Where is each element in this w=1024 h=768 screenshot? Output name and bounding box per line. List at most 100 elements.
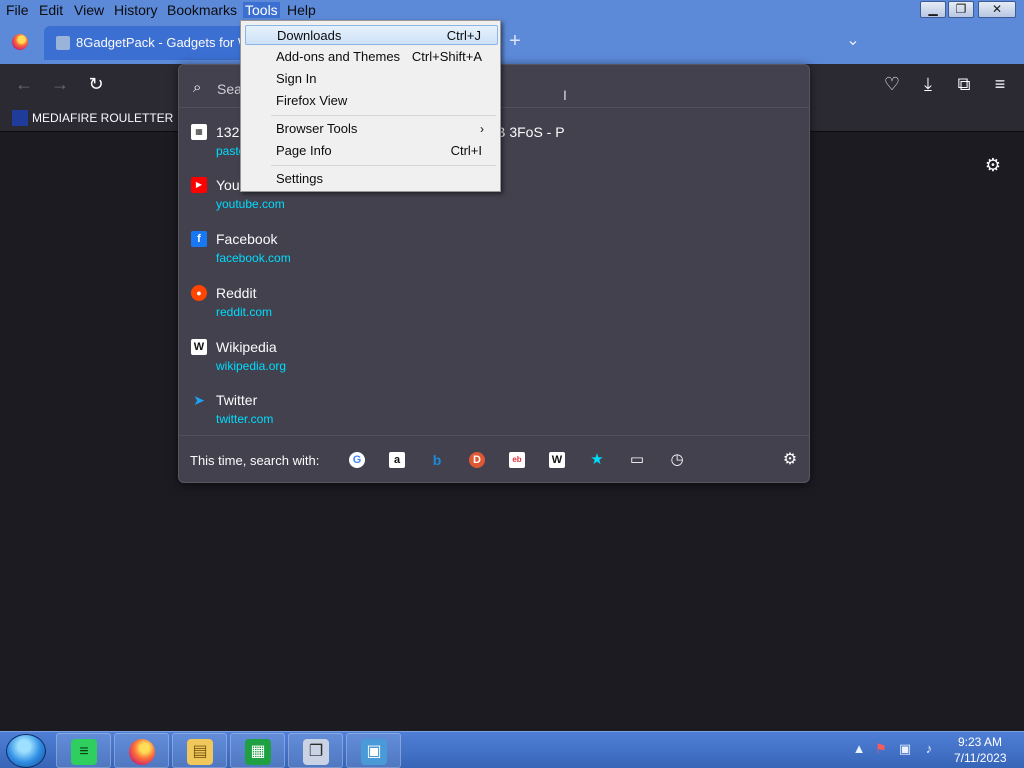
menuitem-settings[interactable]: Settings xyxy=(245,169,498,189)
taskbar-switch-windows[interactable]: ❐ xyxy=(288,733,343,768)
forward-icon[interactable]: → xyxy=(50,74,70,94)
menu-edit[interactable]: Edit xyxy=(37,2,65,18)
menuitem-label: Add-ons and Themes xyxy=(276,49,401,64)
bookmarks-star-icon[interactable]: ★ xyxy=(589,452,605,468)
menuitem-browser-tools[interactable]: Browser Tools › xyxy=(245,119,498,139)
folder-icon: ▤ xyxy=(187,739,213,765)
menuitem-label: Sign In xyxy=(276,71,317,86)
clock-date[interactable]: 7/11/2023 xyxy=(954,751,1007,765)
wikipedia-search-icon[interactable]: W xyxy=(549,452,565,468)
twitter-icon: ➤ xyxy=(193,392,205,408)
reddit-icon: ● xyxy=(191,285,207,301)
taskbar: ≡ ▤ ▦ ❐ ▣ ▲ ⚑ ▣ ♪ 9:23 AM 7/11/2023 xyxy=(0,731,1024,768)
menu-tools[interactable]: Tools xyxy=(243,2,280,18)
taskbar-explorer[interactable]: ▤ xyxy=(172,733,227,768)
menuitem-shortcut: Ctrl+J xyxy=(446,28,481,43)
result-wikipedia[interactable]: W Wikipedia wikipedia.org xyxy=(179,335,809,387)
downloads-icon[interactable]: ⤓ xyxy=(918,74,938,94)
menuitem-label: Page Info xyxy=(276,143,332,158)
wikipedia-icon: W xyxy=(191,339,207,355)
result-title: Facebook xyxy=(216,231,278,247)
menuitem-shortcut: Ctrl+I xyxy=(450,143,482,158)
amazon-icon[interactable]: a xyxy=(389,452,405,468)
tab-title: 8GadgetPack - Gadgets for Windows xyxy=(76,35,246,50)
menuitem-label: Settings xyxy=(276,171,323,186)
text-cursor-icon: I xyxy=(563,87,567,103)
menu-bookmarks[interactable]: Bookmarks xyxy=(165,2,239,18)
menu-bar: File Edit View History Bookmarks Tools H… xyxy=(0,0,1024,20)
menuitem-sign-in[interactable]: Sign In xyxy=(245,69,498,89)
result-url: twitter.com xyxy=(216,412,274,426)
menuitem-page-info[interactable]: Page Info Ctrl+I xyxy=(245,141,498,161)
menuitem-label: Downloads xyxy=(277,28,342,43)
menuitem-shortcut: Ctrl+Shift+A xyxy=(411,49,482,64)
result-url: reddit.com xyxy=(216,305,273,319)
result-facebook[interactable]: f Facebook facebook.com xyxy=(179,227,809,279)
search-settings-gear-icon[interactable]: ⚙ xyxy=(781,451,799,469)
search-with-label: This time, search with: xyxy=(190,453,320,468)
extensions-icon[interactable]: ⧉ xyxy=(954,74,974,94)
maximize-button[interactable]: ❐ xyxy=(948,1,974,18)
tab-8gadgetpack[interactable]: 8GadgetPack - Gadgets for Windows xyxy=(44,26,246,60)
menuitem-firefox-view[interactable]: Firefox View xyxy=(245,91,498,111)
menu-separator xyxy=(271,115,496,116)
mediafire-favicon-icon xyxy=(12,110,28,126)
clock-time[interactable]: 9:23 AM xyxy=(958,735,1002,749)
action-center-flag-icon[interactable]: ⚑ xyxy=(872,740,890,758)
menuitem-addons-themes[interactable]: Add-ons and Themes Ctrl+Shift+A xyxy=(245,47,498,67)
app-menu-icon[interactable]: ≡ xyxy=(990,74,1010,94)
result-reddit[interactable]: ● Reddit reddit.com xyxy=(179,281,809,333)
result-twitter[interactable]: ➤ Twitter twitter.com xyxy=(179,388,809,440)
new-tab-icon[interactable]: + xyxy=(506,31,524,51)
computer-icon: ▣ xyxy=(361,739,387,765)
menu-help[interactable]: Help xyxy=(285,2,318,18)
google-icon[interactable]: G xyxy=(349,452,365,468)
result-url: facebook.com xyxy=(216,251,291,265)
tab-strip: 8GadgetPack - Gadgets for Windows + ⌄ xyxy=(0,20,1024,64)
submenu-arrow-icon: › xyxy=(480,122,484,136)
ebay-icon[interactable]: eb xyxy=(509,452,525,468)
menu-file[interactable]: File xyxy=(4,2,31,18)
menuitem-downloads[interactable]: Downloads Ctrl+J xyxy=(245,25,498,45)
system-tray: ▲ ⚑ ▣ ♪ xyxy=(850,740,950,760)
close-button[interactable]: ✕ xyxy=(978,1,1016,18)
duckduckgo-icon[interactable]: D xyxy=(469,452,485,468)
bing-icon[interactable]: b xyxy=(429,452,445,468)
pastebin-icon: ▦ xyxy=(191,124,207,140)
firefox-view-icon[interactable] xyxy=(12,34,28,50)
divider xyxy=(179,435,809,436)
window-switcher-icon: ❐ xyxy=(303,739,329,765)
menuitem-label: Browser Tools xyxy=(276,121,358,136)
taskbar-firefox[interactable] xyxy=(114,733,169,768)
volume-icon[interactable]: ♪ xyxy=(920,740,938,758)
result-url: wikipedia.org xyxy=(216,359,287,373)
menu-separator xyxy=(271,165,496,166)
history-icon[interactable]: ◷ xyxy=(669,452,685,468)
menuitem-label: Firefox View xyxy=(276,93,348,108)
gear-icon[interactable]: ⚙ xyxy=(983,155,1003,175)
taskbar-remote-desktop[interactable]: ▣ xyxy=(346,733,401,768)
tabs-icon[interactable]: ▭ xyxy=(629,452,645,468)
taskbar-calculator[interactable]: ▦ xyxy=(230,733,285,768)
minimize-button[interactable]: ▁ xyxy=(920,1,946,18)
gadgetpack-favicon-icon xyxy=(56,36,70,50)
result-title: Twitter xyxy=(216,392,258,408)
bookmark-mediafire-rouletter[interactable]: MEDIAFIRE ROULETTER xyxy=(32,111,173,125)
back-icon[interactable]: ← xyxy=(14,74,34,94)
facebook-icon: f xyxy=(191,231,207,247)
result-url: youtube.com xyxy=(216,197,285,211)
firefox-icon xyxy=(129,739,155,765)
pocket-icon[interactable]: ♡ xyxy=(882,74,902,94)
result-title: Wikipedia xyxy=(216,339,277,355)
menu-view[interactable]: View xyxy=(72,2,106,18)
start-button[interactable] xyxy=(6,734,46,768)
show-hidden-icons-icon[interactable]: ▲ xyxy=(850,740,868,758)
youtube-icon: ▶ xyxy=(191,177,207,193)
result-title: Reddit xyxy=(216,285,257,301)
taskbar-sticky-notes[interactable]: ≡ xyxy=(56,733,111,768)
menu-history[interactable]: History xyxy=(112,2,160,18)
reload-icon[interactable]: ↻ xyxy=(86,74,106,94)
network-icon[interactable]: ▣ xyxy=(896,740,914,758)
list-all-tabs-icon[interactable]: ⌄ xyxy=(844,32,862,50)
notes-icon: ≡ xyxy=(71,739,97,765)
